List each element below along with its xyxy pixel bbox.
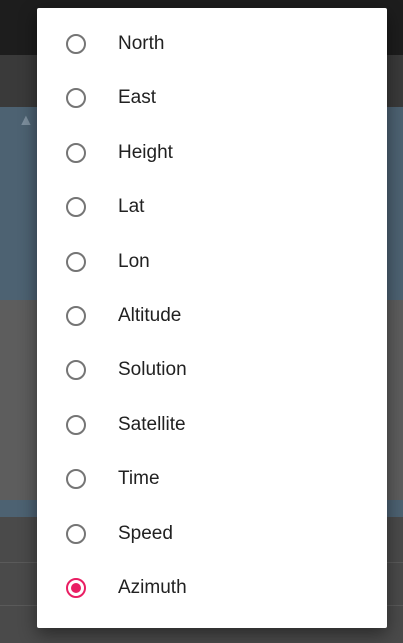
radio-button[interactable] bbox=[66, 306, 86, 326]
option-label: Altitude bbox=[118, 305, 182, 326]
option-label: Lat bbox=[118, 196, 145, 217]
option-lat[interactable]: Lat bbox=[37, 180, 387, 234]
option-label: Time bbox=[118, 468, 160, 489]
radio-button[interactable] bbox=[66, 143, 86, 163]
option-altitude[interactable]: Altitude bbox=[37, 289, 387, 343]
option-satellite[interactable]: Satellite bbox=[37, 398, 387, 452]
field-select-dialog: North East Height Lat Lon Altitude Solut… bbox=[37, 8, 387, 628]
option-label: Lon bbox=[118, 251, 150, 272]
option-time[interactable]: Time bbox=[37, 452, 387, 506]
radio-button[interactable] bbox=[66, 415, 86, 435]
option-label: Satellite bbox=[118, 414, 186, 435]
option-height[interactable]: Height bbox=[37, 126, 387, 180]
option-speed[interactable]: Speed bbox=[37, 507, 387, 561]
option-solution[interactable]: Solution bbox=[37, 343, 387, 397]
option-label: Solution bbox=[118, 359, 187, 380]
radio-button[interactable] bbox=[66, 197, 86, 217]
option-label: Azimuth bbox=[118, 577, 187, 598]
option-north[interactable]: North bbox=[37, 17, 387, 71]
option-label: Height bbox=[118, 142, 173, 163]
option-label: East bbox=[118, 87, 157, 108]
radio-button[interactable] bbox=[66, 252, 86, 272]
radio-button-selected[interactable] bbox=[66, 578, 86, 598]
radio-button[interactable] bbox=[66, 88, 86, 108]
option-lon[interactable]: Lon bbox=[37, 235, 387, 289]
radio-button[interactable] bbox=[66, 34, 86, 54]
radio-button[interactable] bbox=[66, 469, 86, 489]
option-label: North bbox=[118, 33, 165, 54]
option-azimuth[interactable]: Azimuth bbox=[37, 561, 387, 615]
radio-button[interactable] bbox=[66, 360, 86, 380]
option-east[interactable]: East bbox=[37, 71, 387, 125]
radio-button[interactable] bbox=[66, 524, 86, 544]
option-label: Speed bbox=[118, 523, 173, 544]
navigation-arrow-icon: ▲ bbox=[18, 112, 34, 129]
background-right-panel bbox=[385, 300, 403, 500]
